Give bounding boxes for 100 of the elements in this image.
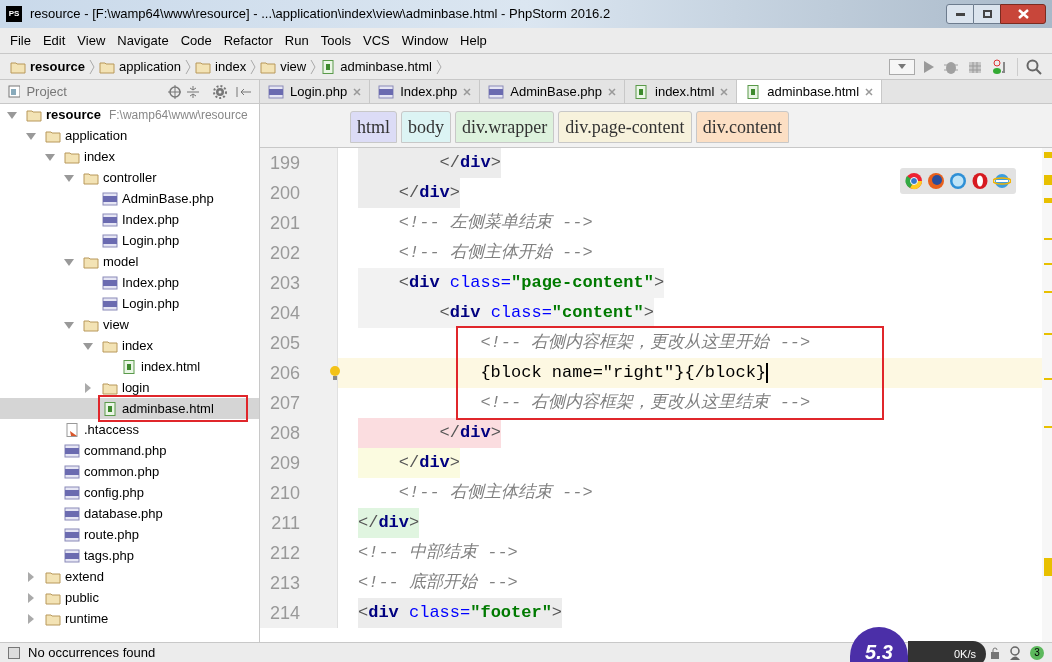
tag-path-item[interactable]: html — [350, 111, 397, 143]
menu-item[interactable]: Navigate — [111, 30, 175, 51]
tree-row[interactable]: index — [0, 146, 259, 167]
menu-item[interactable]: VCS — [357, 30, 396, 51]
tree-item-label[interactable]: config.php — [84, 482, 144, 503]
notification-count[interactable]: 3 — [1030, 645, 1044, 660]
close-icon[interactable] — [463, 87, 472, 96]
close-icon[interactable] — [865, 87, 874, 96]
hide-panel-icon[interactable] — [235, 84, 251, 99]
tree-row[interactable]: adminbase.html — [0, 398, 259, 419]
menu-item[interactable]: Help — [454, 30, 493, 51]
tree-row[interactable]: tags.php — [0, 545, 259, 566]
tree-row[interactable]: Index.php — [0, 272, 259, 293]
lock-icon[interactable] — [990, 646, 1000, 659]
tree-item-label[interactable]: Index.php — [122, 272, 180, 293]
tree-item-label[interactable]: index.html — [141, 356, 201, 377]
breadcrumb-item[interactable]: application — [98, 56, 186, 77]
tree-row[interactable]: Login.php — [0, 293, 259, 314]
tree-row[interactable]: view — [0, 314, 259, 335]
tree-row[interactable]: index — [0, 335, 259, 356]
tree-row[interactable]: controller — [0, 167, 259, 188]
expanded-arrow-icon[interactable] — [6, 109, 18, 120]
run-icon[interactable] — [923, 59, 935, 74]
tree-row[interactable]: command.php — [0, 440, 259, 461]
coverage-icon[interactable] — [967, 59, 983, 74]
breadcrumb-item[interactable]: view — [260, 56, 311, 77]
minimize-button[interactable] — [946, 4, 974, 24]
tree-row[interactable]: index.html — [0, 356, 259, 377]
tree-item-label[interactable]: runtime — [65, 608, 109, 629]
menu-item[interactable]: Refactor — [217, 30, 279, 51]
tree-item-label[interactable]: route.php — [84, 524, 139, 545]
search-icon[interactable] — [1026, 58, 1042, 75]
tree-item-label[interactable]: AdminBase.php — [122, 188, 214, 209]
tree-item-label[interactable]: command.php — [84, 440, 167, 461]
tree-item-label[interactable]: view — [103, 314, 129, 335]
expanded-arrow-icon[interactable] — [25, 130, 37, 141]
tree-row[interactable]: common.php — [0, 461, 259, 482]
tree-row[interactable]: Index.php — [0, 209, 259, 230]
expanded-arrow-icon[interactable] — [82, 340, 94, 351]
tree-item-label[interactable]: database.php — [84, 503, 163, 524]
tag-path-item[interactable]: div.page-content — [558, 111, 692, 143]
tree-row[interactable]: route.php — [0, 524, 259, 545]
breadcrumb-item[interactable]: resource — [10, 56, 89, 77]
tree-row[interactable]: Login.php — [0, 230, 259, 251]
menu-item[interactable]: View — [71, 30, 112, 51]
tree-item-label[interactable]: .htaccess — [84, 419, 139, 440]
editor-tab[interactable]: adminbase.html — [737, 80, 883, 103]
tree-item-label[interactable]: model — [103, 251, 139, 272]
tree-row[interactable]: runtime — [0, 608, 259, 629]
tree-item-label[interactable]: tags.php — [84, 545, 134, 566]
menu-item[interactable]: File — [4, 30, 37, 51]
close-icon[interactable] — [353, 87, 362, 96]
expanded-arrow-icon[interactable] — [63, 256, 75, 267]
menu-item[interactable]: Window — [395, 30, 455, 51]
tree-item-label[interactable]: index — [84, 146, 116, 167]
expanded-arrow-icon[interactable] — [63, 172, 75, 183]
chrome-browser-icon[interactable] — [905, 172, 923, 190]
tree-row[interactable]: .htaccess — [0, 419, 259, 440]
close-icon[interactable] — [720, 87, 729, 96]
safari-browser-icon[interactable] — [949, 172, 967, 190]
tree-row[interactable]: login — [0, 377, 259, 398]
opera-browser-icon[interactable] — [971, 172, 989, 190]
locate-icon[interactable] — [167, 84, 182, 99]
tree-item-label[interactable]: Index.php — [122, 209, 180, 230]
tree-row[interactable]: extend — [0, 566, 259, 587]
debug-icon[interactable] — [943, 59, 959, 74]
tree-item-label[interactable]: Login.php — [122, 293, 180, 314]
tag-path-item[interactable]: body — [401, 111, 451, 143]
tree-row[interactable]: model — [0, 251, 259, 272]
inspector-icon[interactable] — [1008, 645, 1022, 660]
tree-row[interactable]: application — [0, 125, 259, 146]
tree-item-label[interactable]: index — [122, 335, 154, 356]
tag-path-item[interactable]: div.wrapper — [455, 111, 555, 143]
expanded-arrow-icon[interactable] — [44, 151, 56, 162]
lightbulb-icon[interactable] — [330, 365, 340, 381]
close-icon[interactable] — [608, 87, 616, 96]
tree-row[interactable]: AdminBase.php — [0, 188, 259, 209]
tree-item-label[interactable]: resource — [46, 104, 101, 125]
tree-item-label[interactable]: login — [122, 377, 150, 398]
menu-item[interactable]: Edit — [36, 30, 72, 51]
tree-item-label[interactable]: Login.php — [122, 230, 180, 251]
tag-path-item[interactable]: div.content — [695, 111, 789, 143]
tree-item-label[interactable]: application — [65, 125, 128, 146]
tree-row[interactable]: public — [0, 587, 259, 608]
breadcrumb-item[interactable]: adminbase.html — [320, 56, 436, 77]
maximize-button[interactable] — [974, 4, 1000, 24]
firefox-browser-icon[interactable] — [927, 172, 945, 190]
tree-row[interactable]: config.php — [0, 482, 259, 503]
expanded-arrow-icon[interactable] — [63, 319, 75, 330]
collapse-icon[interactable] — [187, 84, 199, 99]
menu-item[interactable]: Code — [174, 30, 218, 51]
tree-item-label[interactable]: adminbase.html — [122, 398, 214, 419]
caret-icon[interactable] — [898, 64, 906, 69]
tree-row[interactable]: resource F:\wamp64\www\resource — [0, 104, 259, 125]
close-button[interactable] — [1000, 4, 1046, 24]
tree-item-label[interactable]: public — [65, 587, 99, 608]
breadcrumb-item[interactable]: index — [195, 56, 251, 77]
tree-row[interactable]: database.php — [0, 503, 259, 524]
tree-item-label[interactable]: extend — [65, 566, 105, 587]
panel-toggle-icon[interactable] — [8, 646, 20, 659]
